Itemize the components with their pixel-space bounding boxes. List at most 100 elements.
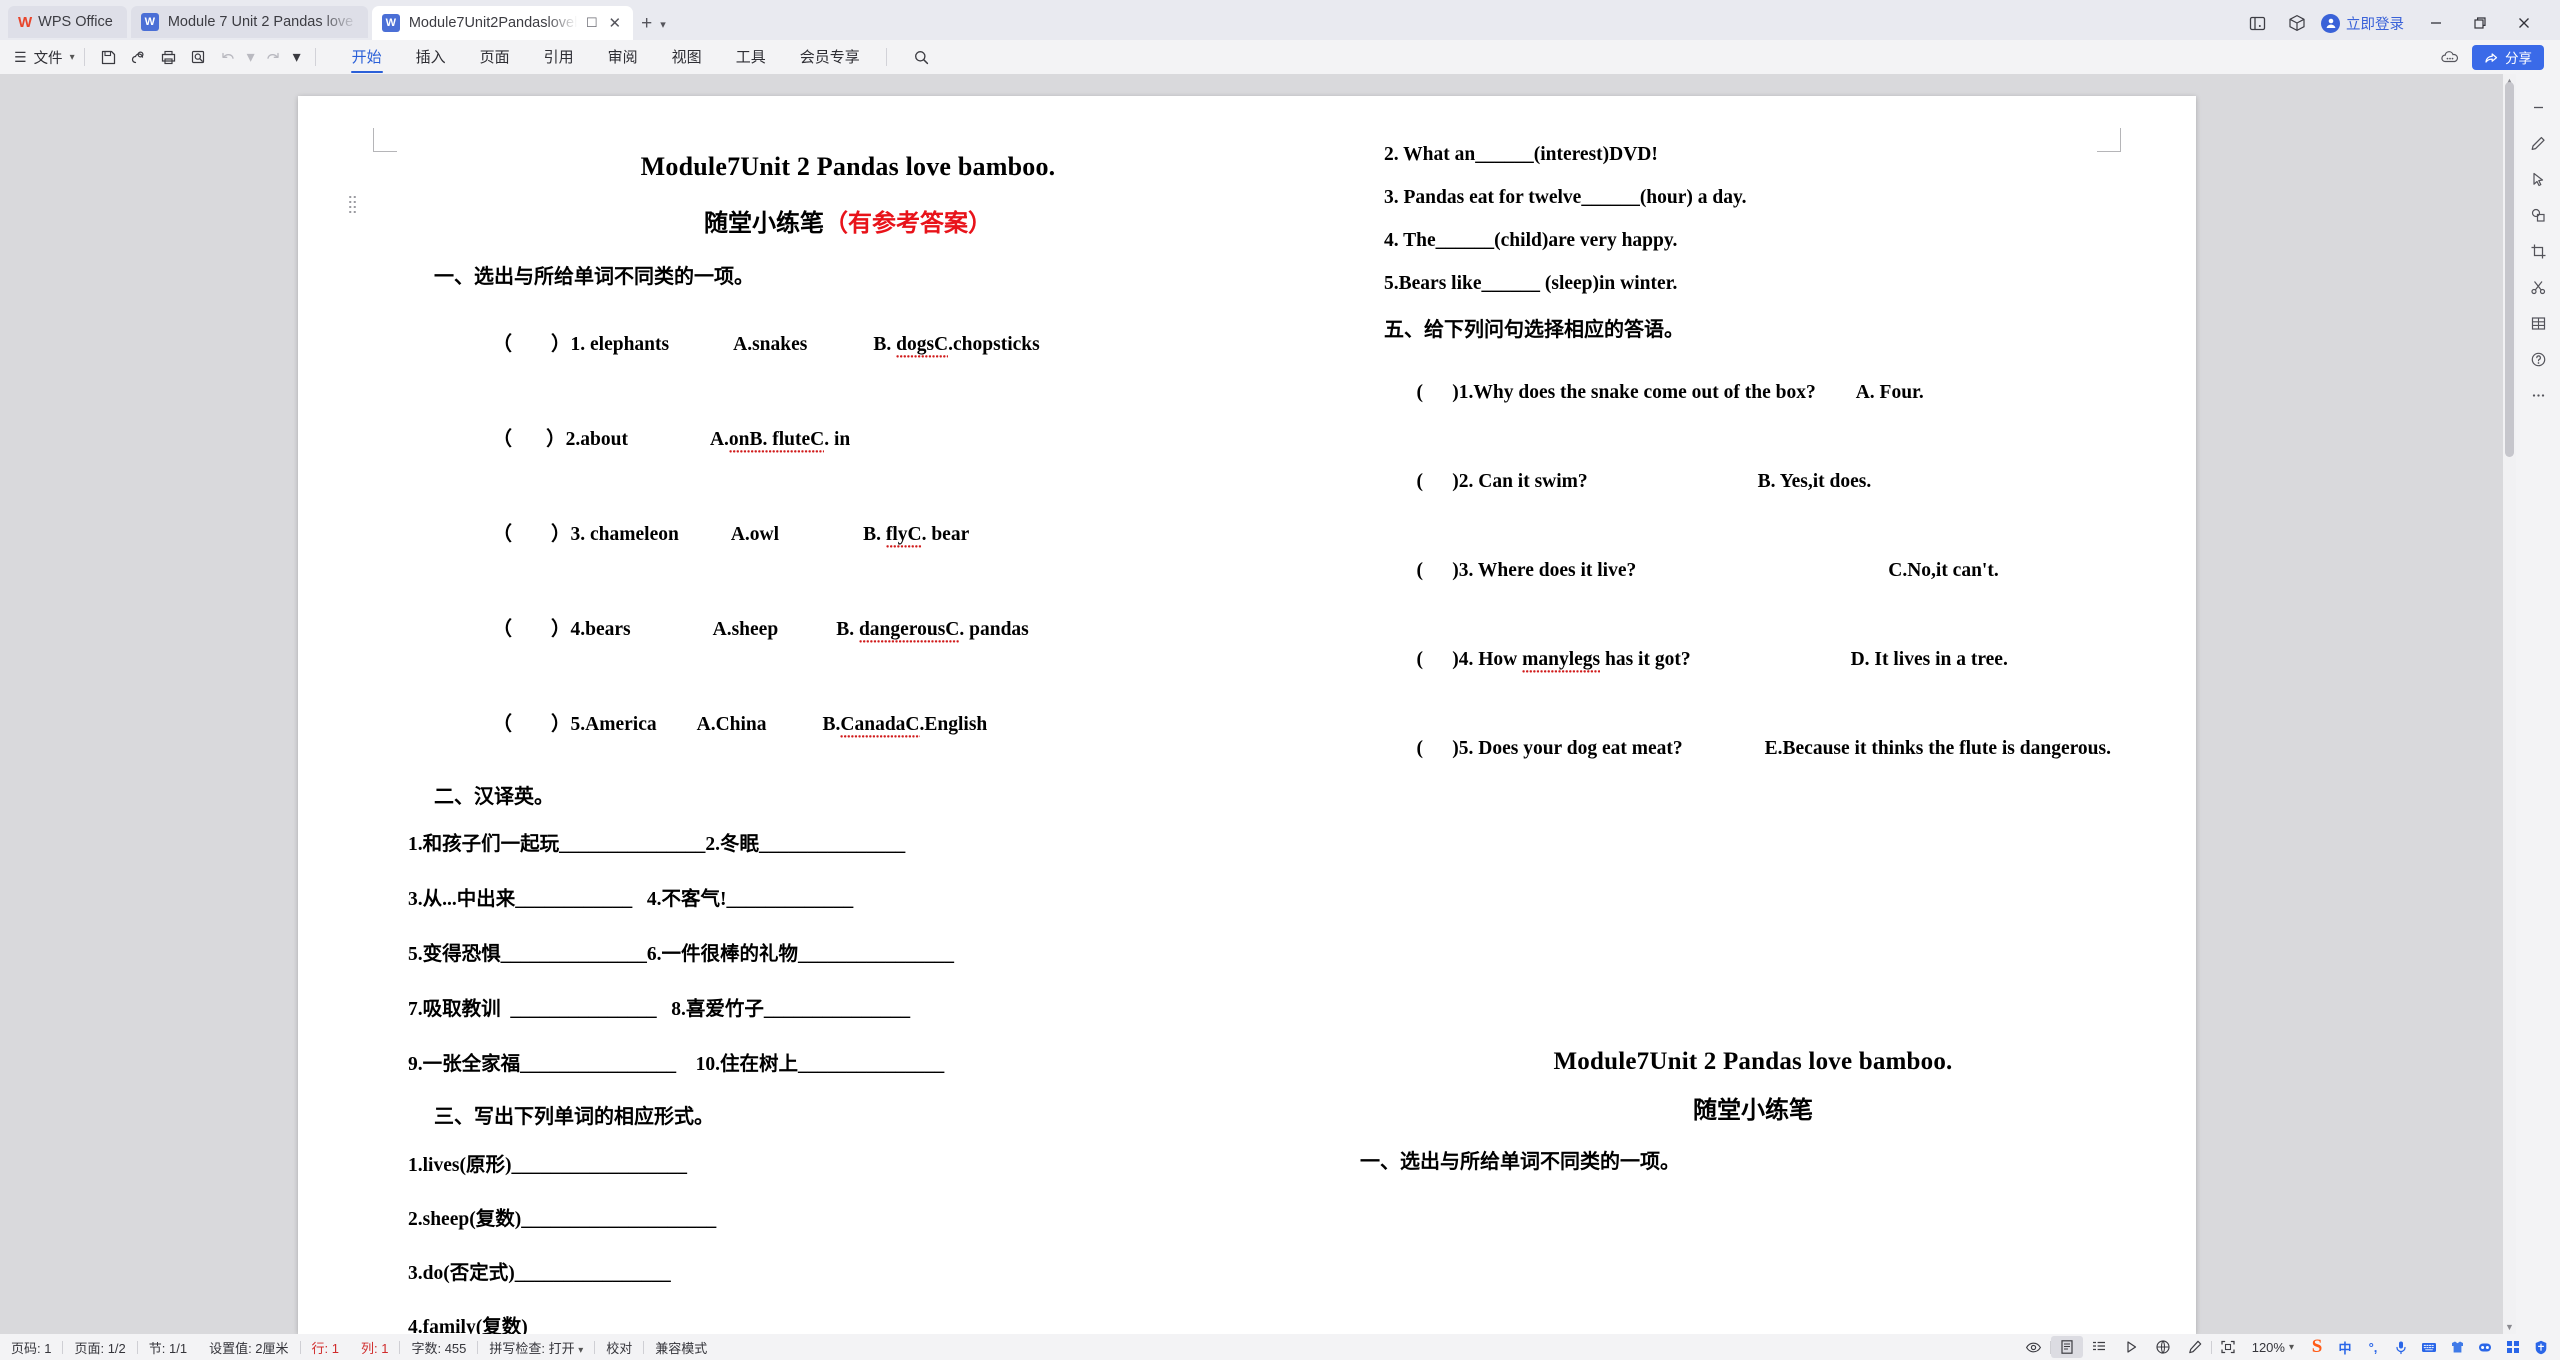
- minimize-button[interactable]: [2414, 7, 2458, 39]
- shapes-icon[interactable]: [2521, 198, 2555, 232]
- section-4-items: 2. What an______(interest)DVD! 3. Pandas…: [1358, 144, 2148, 295]
- scrollbar-thumb[interactable]: [2505, 82, 2514, 457]
- more-dots-icon[interactable]: [2521, 378, 2555, 412]
- pen-edit-icon[interactable]: [2521, 126, 2555, 160]
- choice-item-4: （ ）4.bears A.sheep B. dangerousC. pandas: [408, 590, 1288, 663]
- login-label: 立即登录: [2346, 16, 2404, 33]
- status-column[interactable]: 列: 1: [350, 1338, 399, 1357]
- status-word-count[interactable]: 字数: 455: [400, 1338, 477, 1357]
- monitor-icon[interactable]: ☐: [586, 15, 598, 31]
- fit-page-icon[interactable]: [2212, 1336, 2244, 1358]
- scissors-icon[interactable]: [2521, 270, 2555, 304]
- section-2-heading: 二、汉译英。: [434, 786, 554, 808]
- status-section[interactable]: 节: 1/1: [138, 1338, 198, 1357]
- tab-list-chevron-down-icon[interactable]: ▾: [660, 18, 666, 31]
- divider: [314, 48, 316, 66]
- highlight-pen-icon[interactable]: [2179, 1336, 2211, 1358]
- undo-icon[interactable]: [214, 44, 244, 70]
- document-subtitle-cn: 随堂小练笔: [704, 211, 824, 237]
- share-label: 分享: [2505, 51, 2532, 66]
- title-bar: W WPS Office W Module 7 Unit 2 Pandas lo…: [0, 0, 2560, 40]
- section-1-heading: 一、选出与所给单词不同类的一项。: [434, 266, 754, 288]
- document-tab-2[interactable]: W Module7Unit2Pandaslovebа ☐ ✕: [371, 6, 634, 40]
- status-row[interactable]: 行: 1: [301, 1338, 350, 1357]
- zoom-level[interactable]: 120%: [2244, 1340, 2289, 1355]
- ime-punctuation-icon[interactable]: °,: [2360, 1336, 2386, 1358]
- zoom-chevron-down-icon[interactable]: ▾: [2289, 1342, 2298, 1353]
- crop-icon[interactable]: [2521, 234, 2555, 268]
- document-workspace[interactable]: Module7Unit 2 Pandas love bamboo. 随堂小练笔（…: [0, 74, 2560, 1338]
- ime-settings-icon[interactable]: [2528, 1336, 2554, 1358]
- tab-page[interactable]: 页面: [463, 43, 527, 71]
- print-preview-icon[interactable]: [184, 44, 214, 70]
- share-button[interactable]: 分享: [2472, 44, 2544, 70]
- word-document-icon: W: [381, 14, 400, 32]
- paragraph-drag-handle[interactable]: [348, 196, 357, 216]
- table-icon[interactable]: [2521, 306, 2555, 340]
- status-proofread[interactable]: 校对: [595, 1338, 643, 1357]
- close-window-button[interactable]: [2502, 7, 2546, 39]
- match-item-2: ( )2. Can it swim? B. Yes,it does.: [1358, 449, 2148, 515]
- choice-option-b-prefix: B.: [873, 334, 897, 355]
- document-page[interactable]: Module7Unit 2 Pandas love bamboo. 随堂小练笔（…: [298, 96, 2196, 1338]
- choice-option-c: .chopsticks: [948, 334, 1040, 355]
- scroll-down-icon[interactable]: ▼: [2503, 1320, 2516, 1334]
- right-tool-rail: [2516, 74, 2560, 1334]
- login-button[interactable]: 立即登录: [2317, 13, 2414, 34]
- tab-review[interactable]: 审阅: [591, 43, 655, 71]
- choice-bracket: （ ）: [492, 714, 571, 735]
- tab-insert[interactable]: 插入: [399, 43, 463, 71]
- ime-chinese-icon[interactable]: 中: [2332, 1336, 2358, 1358]
- close-tab-icon[interactable]: ✕: [607, 14, 624, 32]
- status-spellcheck[interactable]: 拼写检查: 打开 ▾: [478, 1338, 594, 1357]
- cloud-save-icon[interactable]: [124, 44, 154, 70]
- web-layout-icon[interactable]: [2147, 1336, 2179, 1358]
- section-5-heading: 五、给下列问句选择相应的答语。: [1384, 319, 1684, 341]
- redo-icon[interactable]: [258, 44, 288, 70]
- print-icon[interactable]: [154, 44, 184, 70]
- undo-dropdown-chevron-icon[interactable]: ▾: [244, 44, 258, 70]
- tab-references[interactable]: 引用: [527, 43, 591, 71]
- match-answer: E.Because it thinks the flute is dangero…: [1764, 738, 2111, 759]
- file-menu-button[interactable]: ☰ 文件 ▾: [0, 47, 75, 68]
- help-circle-icon[interactable]: [2521, 342, 2555, 376]
- eye-preview-icon[interactable]: [2018, 1336, 2050, 1358]
- outline-view-icon[interactable]: [2083, 1336, 2115, 1358]
- save-icon[interactable]: [94, 44, 124, 70]
- choice-stem: 5.America: [570, 714, 657, 735]
- app-grid-icon[interactable]: [2500, 1336, 2526, 1358]
- divider: [83, 48, 85, 66]
- tab-member-exclusive[interactable]: 会员专享: [783, 43, 877, 71]
- voice-assistant-icon[interactable]: [2472, 1336, 2498, 1358]
- keyboard-icon[interactable]: [2416, 1336, 2442, 1358]
- choice-item-5: （ ）5.America A.China B.CanadaC.English: [408, 685, 1288, 758]
- vertical-scrollbar[interactable]: ▲ ▼: [2503, 74, 2516, 1334]
- tab-tools[interactable]: 工具: [719, 43, 783, 71]
- status-compat-mode[interactable]: 兼容模式: [644, 1338, 718, 1357]
- tab-start[interactable]: 开始: [335, 43, 399, 73]
- choice-stem: 1. elephants: [570, 334, 670, 355]
- wps-office-home-tab[interactable]: W WPS Office: [8, 6, 127, 38]
- status-page-count[interactable]: 页面: 1/2: [63, 1338, 136, 1357]
- status-page-number[interactable]: 页码: 1: [0, 1338, 62, 1357]
- microphone-icon[interactable]: [2388, 1336, 2414, 1358]
- quick-access-more-chevron-icon[interactable]: ▾: [288, 44, 306, 70]
- search-icon[interactable]: [904, 49, 940, 66]
- word-form-line-2: 2.sheep(复数)____________________: [408, 1209, 717, 1230]
- play-presentation-icon[interactable]: [2115, 1336, 2147, 1358]
- document-tab-1-label: Module 7 Unit 2 Pandas love bamb: [167, 14, 358, 30]
- more-options-icon[interactable]: [2436, 46, 2464, 68]
- new-tab-button[interactable]: +: [633, 13, 660, 35]
- skin-theme-icon[interactable]: [2444, 1336, 2470, 1358]
- cursor-select-icon[interactable]: [2521, 162, 2555, 196]
- print-layout-view-icon[interactable]: [2050, 1336, 2083, 1358]
- spellcheck-underlined-text: dogsC: [896, 334, 949, 358]
- side-panel-icon[interactable]: [2237, 8, 2277, 38]
- document-tab-1[interactable]: W Module 7 Unit 2 Pandas love bamb: [130, 6, 368, 38]
- tab-view[interactable]: 视图: [655, 43, 719, 71]
- status-setting-value[interactable]: 设置值: 2厘米: [198, 1338, 299, 1357]
- maximize-restore-button[interactable]: [2458, 7, 2502, 39]
- collapse-rail-icon[interactable]: [2521, 90, 2555, 124]
- cube-3d-icon[interactable]: [2277, 8, 2317, 38]
- sogou-ime-icon[interactable]: S: [2304, 1336, 2330, 1358]
